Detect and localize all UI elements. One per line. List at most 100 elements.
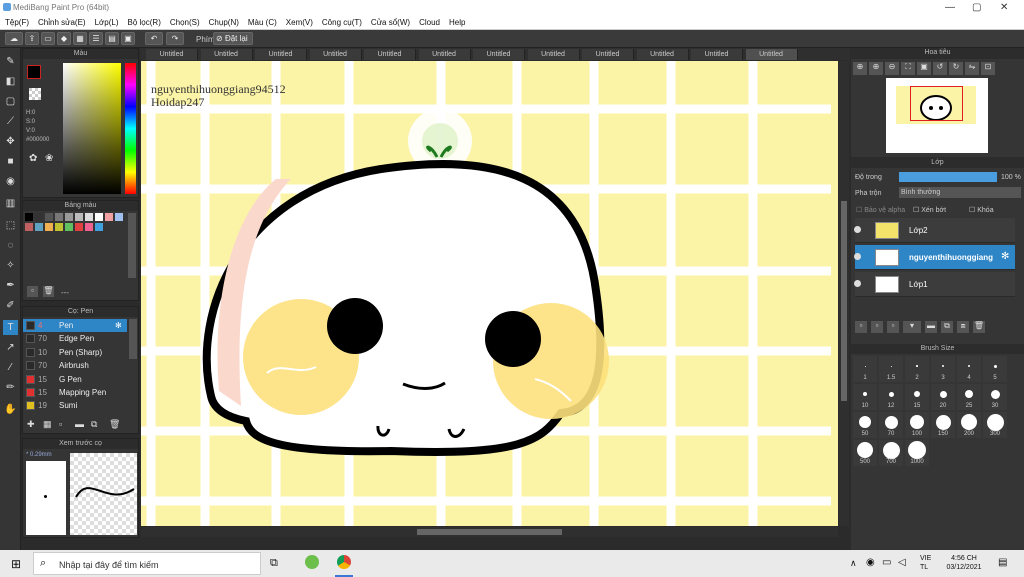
brush-size-cell[interactable]: 500 — [853, 440, 877, 466]
brush-item[interactable]: 70 Edge Pen — [23, 332, 127, 345]
palette-swatch[interactable] — [115, 213, 123, 221]
maximize-icon[interactable]: ▢ — [972, 2, 981, 13]
menu-item-tools[interactable]: Công cụ(T) — [322, 18, 362, 27]
tab-untitled[interactable]: Untitled — [527, 49, 580, 60]
comment-icon[interactable]: ▭ — [41, 32, 55, 45]
brush-size-cell[interactable]: 300 — [983, 412, 1007, 438]
brush-item[interactable]: 15 Mapping Pen — [23, 386, 127, 399]
shape-tool-icon[interactable]: ■ — [3, 154, 18, 169]
layer-add-menu-icon[interactable]: ▾ — [903, 321, 921, 333]
tab-untitled[interactable]: Untitled — [200, 49, 253, 60]
brush-size-cell[interactable]: 150 — [931, 412, 955, 438]
rotate-right-icon[interactable]: ↻ — [949, 62, 963, 75]
menu-item-cloud[interactable]: Cloud — [419, 18, 440, 27]
brush-size-cell[interactable]: 12 — [879, 384, 903, 410]
rect-tool-icon[interactable]: ▢ — [3, 94, 18, 109]
brush-size-cell[interactable]: 1.5 — [879, 356, 903, 382]
view-rectangle[interactable] — [910, 86, 963, 121]
flip-icon[interactable]: ⇋ — [965, 62, 979, 75]
protect-alpha-checkbox[interactable]: ☐ Bảo vệ alpha — [856, 206, 905, 214]
cloud-icon[interactable]: ☁ — [5, 32, 23, 45]
brush-size-cell[interactable]: 5 — [983, 356, 1007, 382]
menu-item-file[interactable]: Tệp(F) — [5, 18, 29, 27]
drawing-canvas[interactable]: nguyenthihuonggiang94512 Hoidap247 — [141, 61, 838, 526]
palette-swatch[interactable] — [55, 213, 63, 221]
delete-brush-icon[interactable]: 🗑 — [109, 419, 120, 430]
lock-view-icon[interactable]: ⊡ — [981, 62, 995, 75]
brush-size-cell[interactable]: 20 — [931, 384, 955, 410]
dropper-tool-icon[interactable]: ⁄ — [3, 360, 18, 375]
tab-untitled[interactable]: Untitled — [636, 49, 689, 60]
menu-item-snap[interactable]: Chụp(N) — [209, 18, 239, 27]
merge-layer-icon[interactable]: ⧈ — [957, 321, 969, 333]
menu-item-edit[interactable]: Chỉnh sửa(E) — [38, 18, 86, 27]
background-swatch[interactable] — [29, 88, 41, 100]
brush-size-cell[interactable]: 30 — [983, 384, 1007, 410]
new-brush-icon[interactable]: ▫ — [59, 419, 62, 429]
brush-size-cell[interactable]: 100 — [905, 412, 929, 438]
palette-swatch[interactable] — [25, 213, 33, 221]
palette-swatch[interactable] — [75, 223, 83, 231]
new-palette-icon[interactable]: ▫ — [27, 286, 38, 297]
line-tool-icon[interactable]: ⟋ — [3, 114, 18, 129]
lock-checkbox[interactable]: ☐ Khóa — [969, 206, 994, 214]
new-halftone-layer-icon[interactable]: ▫ — [871, 321, 883, 333]
gradient-tool-icon[interactable]: ▥ — [3, 196, 18, 211]
brush-settings-gear-icon[interactable]: ✻ — [115, 319, 122, 332]
select-eraser-icon[interactable]: ✐ — [3, 298, 18, 313]
rotate-left-icon[interactable]: ↺ — [933, 62, 947, 75]
notification-icon[interactable]: ▤ — [998, 557, 1007, 568]
clock[interactable]: 4:56 CH 03/12/2021 — [943, 554, 985, 572]
language-indicator[interactable]: VIE TL — [920, 554, 931, 572]
brush-size-cell[interactable]: 1 — [853, 356, 877, 382]
horizontal-scroll-thumb[interactable] — [417, 529, 562, 535]
brush-size-cell[interactable]: 4 — [957, 356, 981, 382]
pencil-tool-icon[interactable]: ✏ — [3, 380, 18, 395]
brush-item[interactable]: 19 Sumi — [23, 399, 127, 412]
tab-untitled[interactable]: Untitled — [418, 49, 471, 60]
task-view-icon[interactable]: ⧉ — [270, 557, 278, 570]
actual-size-icon[interactable]: ▣ — [917, 62, 931, 75]
upload-icon[interactable]: ⇪ — [25, 32, 39, 45]
tray-chevron-icon[interactable]: ∧ — [850, 558, 857, 569]
reset-button[interactable]: ⊘ Đặt lại — [213, 32, 253, 45]
layer-settings-gear-icon[interactable]: ✻ — [1001, 251, 1009, 262]
operation-tool-icon[interactable]: ↗ — [3, 340, 18, 355]
brush-settings-icon[interactable]: ▦ — [43, 419, 52, 430]
text-tool-icon[interactable]: T — [3, 320, 18, 335]
network-icon[interactable]: ▭ — [882, 557, 891, 568]
horizontal-scrollbar[interactable] — [141, 527, 838, 537]
layer-row[interactable]: nguyenthihuonggiang ✻ — [854, 245, 1015, 270]
brush-size-cell[interactable]: 2 — [905, 356, 929, 382]
brush-item[interactable]: 70 Airbrush — [23, 359, 127, 372]
saturation-value-picker[interactable] — [63, 63, 121, 194]
windows-start-icon[interactable]: ⊞ — [11, 557, 21, 571]
palette-swatch[interactable] — [85, 213, 93, 221]
fit-icon[interactable]: ⛶ — [901, 62, 915, 75]
brush-size-cell[interactable]: 3 — [931, 356, 955, 382]
tab-untitled[interactable]: Untitled — [309, 49, 362, 60]
menu-item-select[interactable]: Chọn(S) — [170, 18, 200, 27]
palette-swatch[interactable] — [85, 223, 93, 231]
menu-item-filter[interactable]: Bộ lọc(R) — [128, 18, 161, 27]
brush-scrollbar[interactable] — [129, 319, 137, 359]
tab-untitled[interactable]: Untitled — [364, 49, 416, 60]
brush-folder-icon[interactable]: ▬ — [75, 419, 84, 429]
fill-icon[interactable]: ◆ — [57, 32, 71, 45]
palette-swatch[interactable] — [105, 213, 113, 221]
undo-icon[interactable]: ↶ — [145, 32, 163, 45]
vertical-scrollbar[interactable] — [839, 61, 849, 526]
palette-swatch[interactable] — [45, 223, 53, 231]
minimize-icon[interactable]: — — [945, 2, 955, 13]
lasso-tool-icon[interactable]: ◌ — [3, 238, 18, 253]
volume-icon[interactable]: ◁ — [898, 557, 906, 568]
palette-icon[interactable]: ✿ — [29, 153, 37, 164]
palette-swatch[interactable] — [75, 213, 83, 221]
layer-row[interactable]: Lớp1 — [854, 272, 1015, 297]
close-icon[interactable]: ✕ — [1000, 2, 1008, 13]
frame-icon[interactable]: ▣ — [121, 32, 135, 45]
add-brush-icon[interactable]: ✚ — [27, 419, 35, 430]
taskbar-search-box[interactable]: ⌕ Nhập tại đây để tìm kiếm — [33, 552, 261, 575]
tray-app-icon[interactable]: ◉ — [866, 557, 875, 568]
palette-swatch[interactable] — [35, 213, 43, 221]
